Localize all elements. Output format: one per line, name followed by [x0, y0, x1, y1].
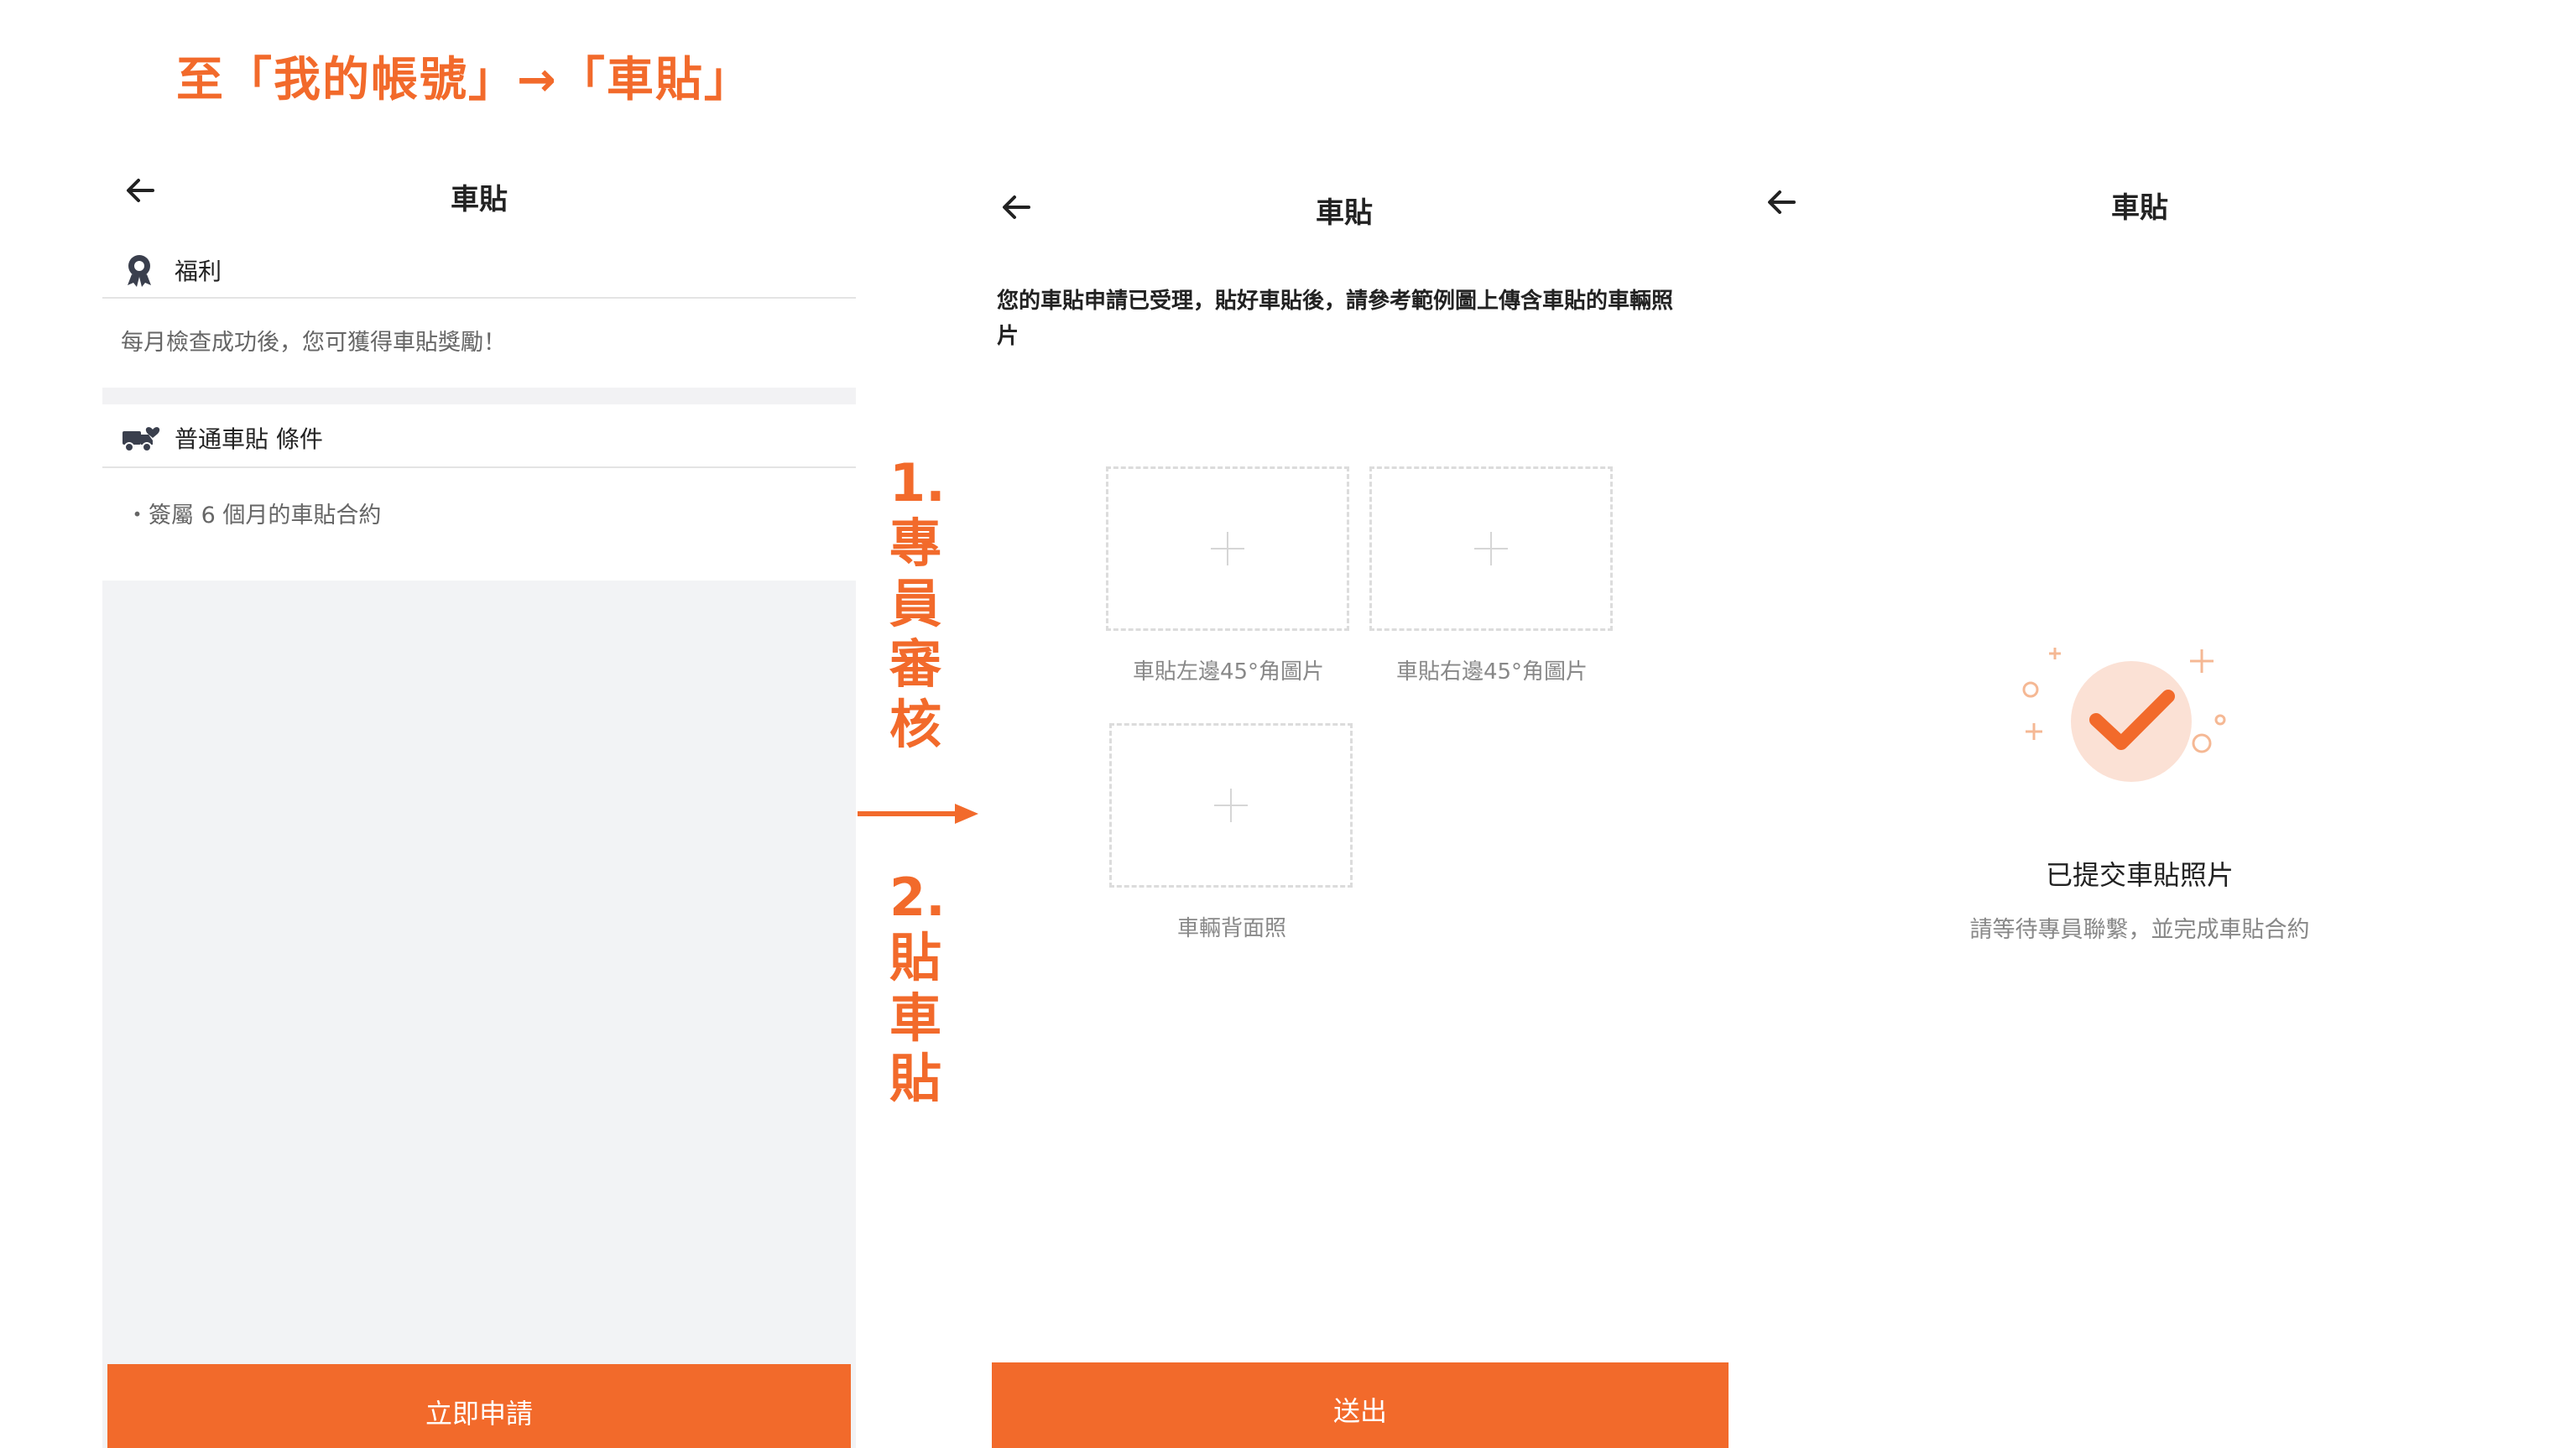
screen-title: 車貼: [2111, 191, 2168, 225]
step-1-label: 1. 專 員 審 核: [889, 452, 946, 755]
long-right-arrow-icon: [858, 804, 978, 824]
section-divider: [102, 388, 856, 404]
benefit-label: 福利: [175, 258, 222, 285]
upload-right-45-slot[interactable]: [1369, 466, 1613, 631]
truck-heart-icon: [123, 427, 160, 452]
condition-item: ・簽屬 6 個月的車貼合約: [102, 468, 856, 581]
step-1-number: 1.: [889, 452, 946, 513]
apply-now-button[interactable]: 立即申請: [107, 1364, 851, 1448]
step-2-char: 貼: [889, 1048, 942, 1109]
upload-rear-caption: 車輛背面照: [1176, 916, 1286, 941]
benefit-text: 每月檢查成功後，您可獲得車貼獎勵！: [102, 300, 856, 388]
success-check-illustration: [2022, 648, 2226, 782]
screen-title: 車貼: [1316, 196, 1373, 230]
step-2-char: 車: [889, 987, 942, 1049]
screen-title: 車貼: [451, 183, 508, 216]
step-1-char: 專: [889, 513, 942, 574]
award-ribbon-icon: [128, 255, 151, 287]
success-title: 已提交車貼照片: [2045, 859, 2234, 891]
step-2-char: 貼: [889, 927, 942, 988]
empty-content-area: [102, 581, 856, 1448]
upload-left-45-slot[interactable]: [1106, 466, 1349, 631]
nav-bar: 車貼: [1737, 151, 2542, 243]
submit-button[interactable]: 送出: [992, 1362, 1729, 1448]
nav-bar: 車貼: [975, 151, 1713, 243]
upload-notice: 您的車貼申請已受理，貼好車貼後，請參考範例圖上傳含車貼的車輛照片: [997, 289, 1674, 349]
screen-upload-photos: 車貼 您的車貼申請已受理，貼好車貼後，請參考範例圖上傳含車貼的車輛照片 車貼左邊…: [975, 151, 1729, 1448]
success-circle: [2071, 661, 2192, 782]
upload-left-45-caption: 車貼左邊45°角圖片: [1132, 659, 1325, 685]
plus-icon: [1474, 532, 1508, 565]
step-2-number: 2.: [889, 867, 946, 928]
screen-sticker-intro: 車貼 福利 每月檢查成功後，您可獲得車貼獎勵！ 普通車貼 條件 ・簽屬 6 個月…: [102, 151, 856, 1448]
plus-icon: [1214, 789, 1248, 822]
upload-rear-slot[interactable]: [1109, 723, 1353, 888]
screen-submitted: 車貼 已提交車貼照片 請等待專員聯繫，並完成車貼合約: [1737, 151, 2542, 1448]
step-1-char: 員: [889, 573, 942, 634]
nav-bar: 車貼: [102, 151, 856, 243]
condition-header: 普通車貼 條件: [102, 404, 856, 468]
success-subtitle: 請等待專員聯繫，並完成車貼合約: [1969, 917, 2310, 943]
condition-label: 普通車貼 條件: [175, 425, 323, 453]
step-1-char: 核: [889, 694, 942, 755]
benefit-header: 福利: [102, 243, 856, 299]
plus-icon: [1211, 532, 1244, 565]
step-1-char: 審: [889, 633, 942, 695]
page-heading: 至「我的帳號」→「車貼」: [176, 53, 753, 107]
upload-right-45-caption: 車貼右邊45°角圖片: [1395, 659, 1588, 685]
step-2-label: 2. 貼 車 貼: [889, 867, 946, 1109]
